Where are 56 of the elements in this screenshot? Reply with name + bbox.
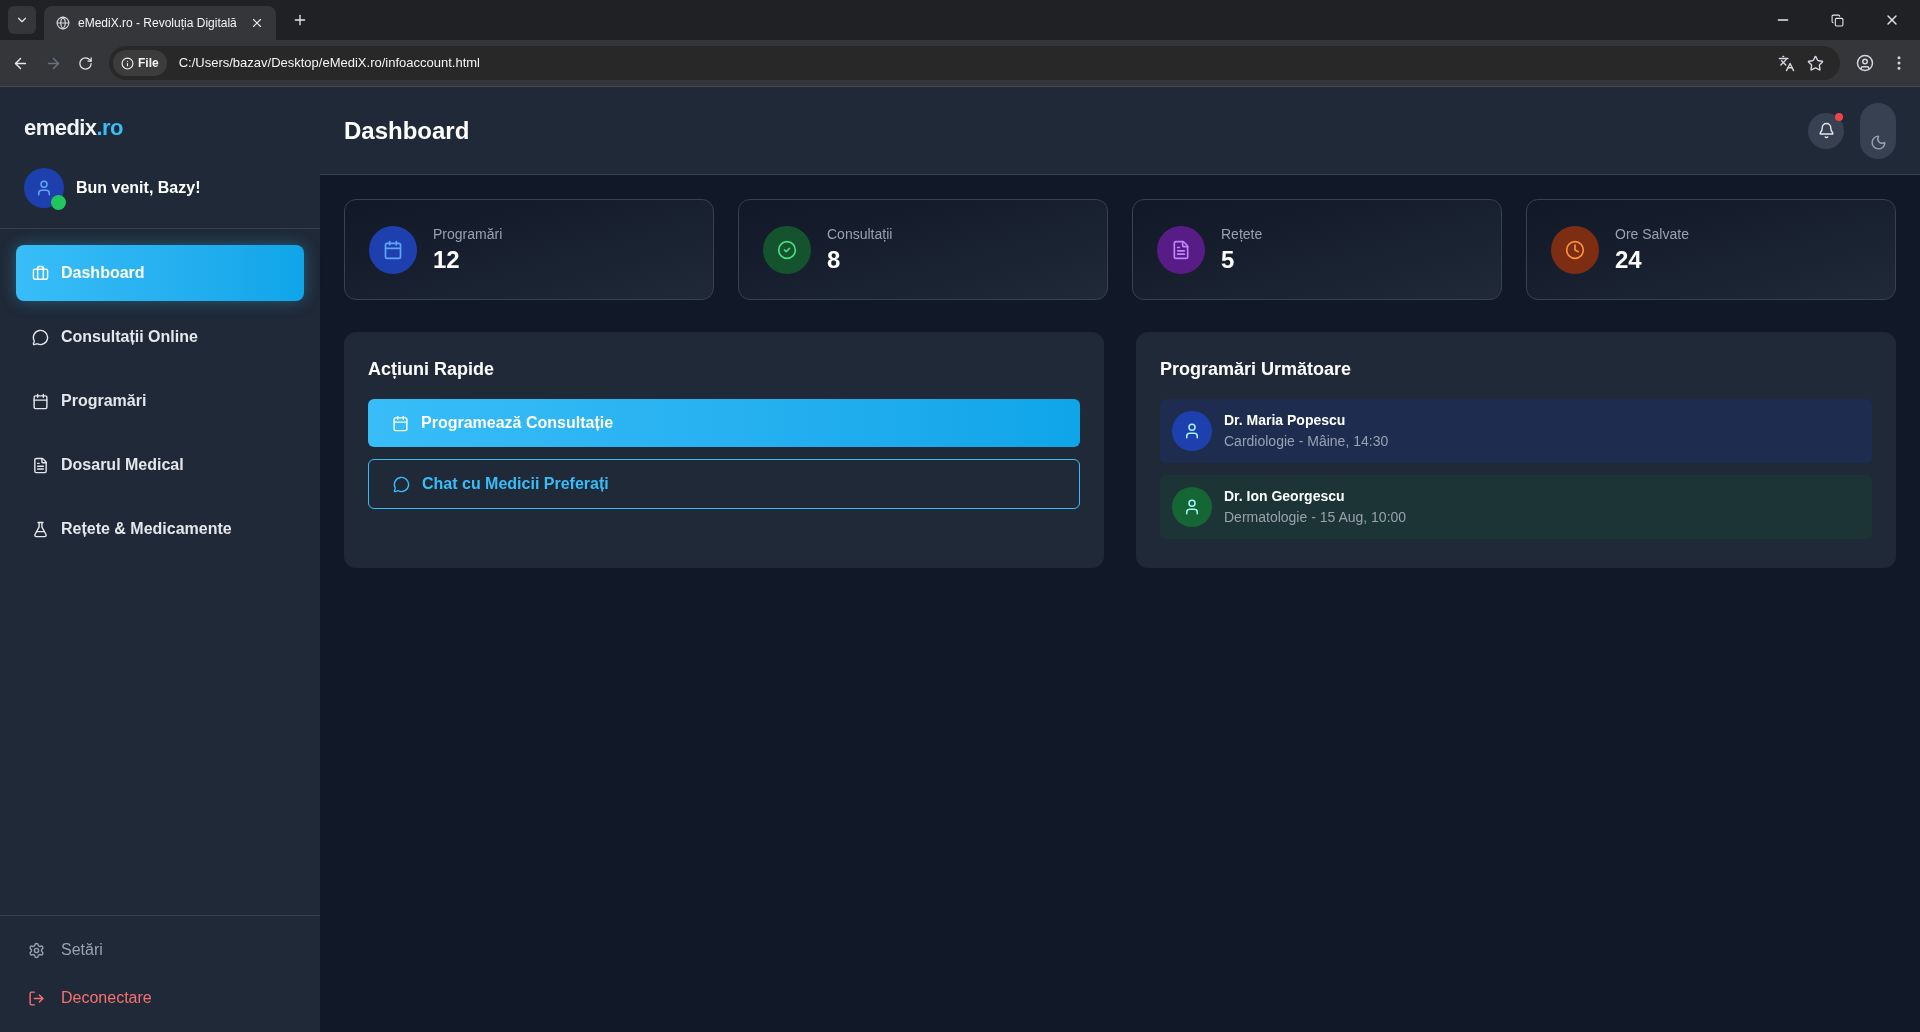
document-icon: [32, 456, 49, 474]
user-icon: [35, 179, 53, 197]
stat-value: 5: [1221, 245, 1236, 275]
nav-item[interactable]: Rețete & Medicamente: [16, 501, 304, 557]
url-text: C:/Users/bazav/Desktop/eMediX.ro/infoaccount.html: [178, 54, 481, 73]
tab-list-button[interactable]: [8, 6, 36, 34]
stat-value: 8: [827, 245, 842, 275]
globe-icon: [56, 16, 70, 30]
calendar-icon: [32, 392, 49, 410]
restore-icon[interactable]: [1831, 13, 1844, 27]
chat-icon: [32, 328, 49, 346]
appointment-row[interactable]: Dr. Maria Popescu Cardiologie - Mâine, 14:30: [1160, 399, 1872, 463]
stat-label: Programări: [433, 225, 503, 244]
page-title: Dashboard: [344, 115, 471, 146]
nav-item[interactable]: Dosarul Medical: [16, 437, 304, 493]
bell-icon: [1817, 122, 1835, 139]
stat-label: Consultații: [827, 225, 893, 244]
doctor-name: Dr. Ion Georgescu: [1224, 487, 1346, 506]
theme-toggle[interactable]: [1860, 102, 1896, 159]
tab-title: eMediX.ro - Revoluția Digitală: [78, 15, 238, 32]
logout-link[interactable]: Deconectare: [28, 984, 292, 1012]
notification-button[interactable]: [1808, 112, 1844, 149]
logout-icon: [28, 989, 45, 1007]
stat-value: 12: [433, 245, 461, 275]
calendar-icon: [392, 414, 409, 432]
nav-item[interactable]: Consultații Online: [16, 309, 304, 365]
address-bar[interactable]: File C:/Users/bazav/Desktop/eMediX.ro/infoaccount.html: [109, 46, 1840, 80]
stat-label: Rețete: [1221, 225, 1263, 244]
card-title: Programări Următoare: [1160, 358, 1353, 381]
stat-value: 24: [1615, 245, 1643, 275]
nav-item[interactable]: Programări: [16, 373, 304, 429]
reload-icon[interactable]: [78, 55, 93, 71]
close-icon[interactable]: [250, 16, 264, 30]
stat-label: Ore Salvate: [1615, 225, 1689, 244]
profile-icon[interactable]: [1856, 54, 1874, 72]
appointment-details: Cardiologie - Mâine, 14:30: [1224, 432, 1389, 451]
appointment-details: Dermatologie - 15 Aug, 10:00: [1224, 508, 1407, 527]
user-icon: [1183, 422, 1201, 440]
logo: emedix.ro: [24, 114, 124, 142]
appointment-row[interactable]: Dr. Ion Georgescu Dermatologie - 15 Aug, 10:00: [1160, 475, 1872, 539]
moon-icon: [1869, 133, 1887, 151]
card-title: Acțiuni Rapide: [368, 358, 495, 381]
bookmark-star-icon[interactable]: [1807, 54, 1824, 72]
translate-icon[interactable]: [1778, 54, 1795, 72]
briefcase-icon: [32, 264, 49, 282]
file-badge[interactable]: File: [113, 50, 167, 76]
welcome-text: Bun venit, Bazy!: [76, 178, 201, 198]
doctor-name: Dr. Maria Popescu: [1224, 411, 1347, 430]
user-icon: [1183, 498, 1201, 516]
flask-icon: [32, 520, 49, 538]
settings-link[interactable]: Setări: [28, 936, 292, 964]
browser-tab[interactable]: eMediX.ro - Revoluția Digitală: [44, 6, 276, 40]
chat-icon: [393, 475, 410, 493]
new-tab-icon[interactable]: [292, 12, 308, 28]
settings-icon: [28, 941, 45, 959]
chat-button[interactable]: Chat cu Medicii Preferați: [368, 459, 1080, 509]
